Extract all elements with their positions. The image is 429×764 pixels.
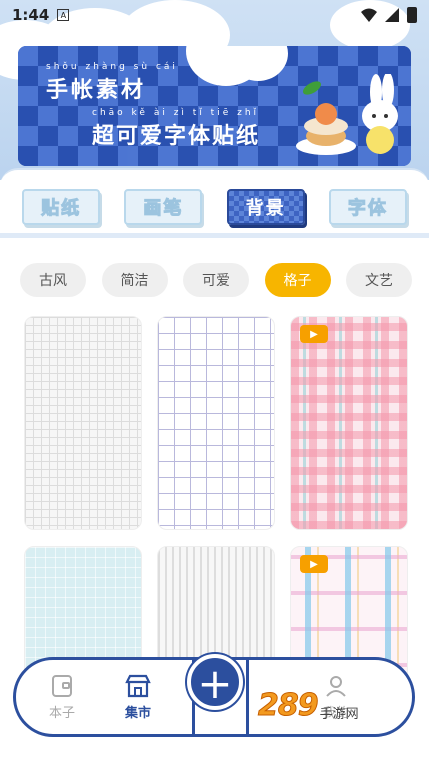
style-filter-chips: 古风 简洁 可爱 格子 文艺 [20, 263, 412, 297]
banner-title: shǒu zhàng sù cái 手帐素材 [46, 62, 178, 104]
bunny-cake-illustration [296, 74, 398, 155]
video-play-icon: ▶ [300, 325, 328, 343]
tab-fonts[interactable]: 字体 [328, 188, 407, 225]
promo-banner[interactable]: shǒu zhàng sù cái 手帐素材 chāo kě ài zì tǐ … [18, 46, 411, 166]
video-play-icon: ▶ [300, 555, 328, 573]
nav-notebook-label: 本子 [48, 706, 75, 721]
banner-subtitle: chāo kě ài zì tǐ tiē zhǐ 超可爱字体贴纸 [92, 108, 260, 150]
status-icons [361, 7, 417, 23]
nav-market-label: 集市 [124, 706, 151, 721]
banner-title-text: 手帐素材 [46, 78, 147, 103]
status-time: 1:44 [12, 6, 50, 24]
nav-divider [246, 657, 249, 737]
chip-ancient[interactable]: 古风 [20, 263, 86, 297]
banner-subtitle-text: 超可爱字体贴纸 [92, 124, 261, 149]
chip-cute[interactable]: 可爱 [183, 263, 249, 297]
banner-subtitle-pinyin: chāo kě ài zì tǐ tiē zhǐ [92, 108, 260, 118]
notification-a-icon: A [57, 9, 70, 21]
tab-backgrounds[interactable]: 背景 [226, 188, 305, 225]
background-tile[interactable] [157, 316, 275, 530]
chip-literary[interactable]: 文艺 [346, 263, 412, 297]
battery-icon [407, 7, 417, 23]
nav-market[interactable]: 集市 [108, 674, 168, 721]
wifi-icon [361, 8, 377, 22]
category-tabs: 贴纸 画笔 背景 字体 [0, 180, 429, 238]
background-tile[interactable]: ▶ [290, 316, 408, 530]
watermark-number: 289 [258, 687, 320, 723]
watermark-text: 手游网 [319, 706, 359, 722]
chip-simple[interactable]: 简洁 [101, 263, 168, 297]
chip-grid[interactable]: 格子 [264, 263, 331, 297]
background-grid: ▶ ▶ [24, 316, 408, 686]
status-bar: 1:44 A [0, 0, 429, 30]
tab-stickers[interactable]: 贴纸 [22, 188, 101, 225]
notebook-icon [52, 675, 72, 697]
tab-brushes[interactable]: 画笔 [124, 188, 203, 225]
store-icon [125, 674, 151, 698]
nav-notebook[interactable]: 本子 [32, 674, 92, 721]
banner-title-pinyin: shǒu zhàng sù cái [46, 62, 178, 72]
add-button[interactable]: + [187, 654, 243, 710]
signal-icon [385, 8, 399, 22]
site-watermark: 289 手游网 [258, 680, 408, 730]
background-tile[interactable] [24, 316, 142, 530]
